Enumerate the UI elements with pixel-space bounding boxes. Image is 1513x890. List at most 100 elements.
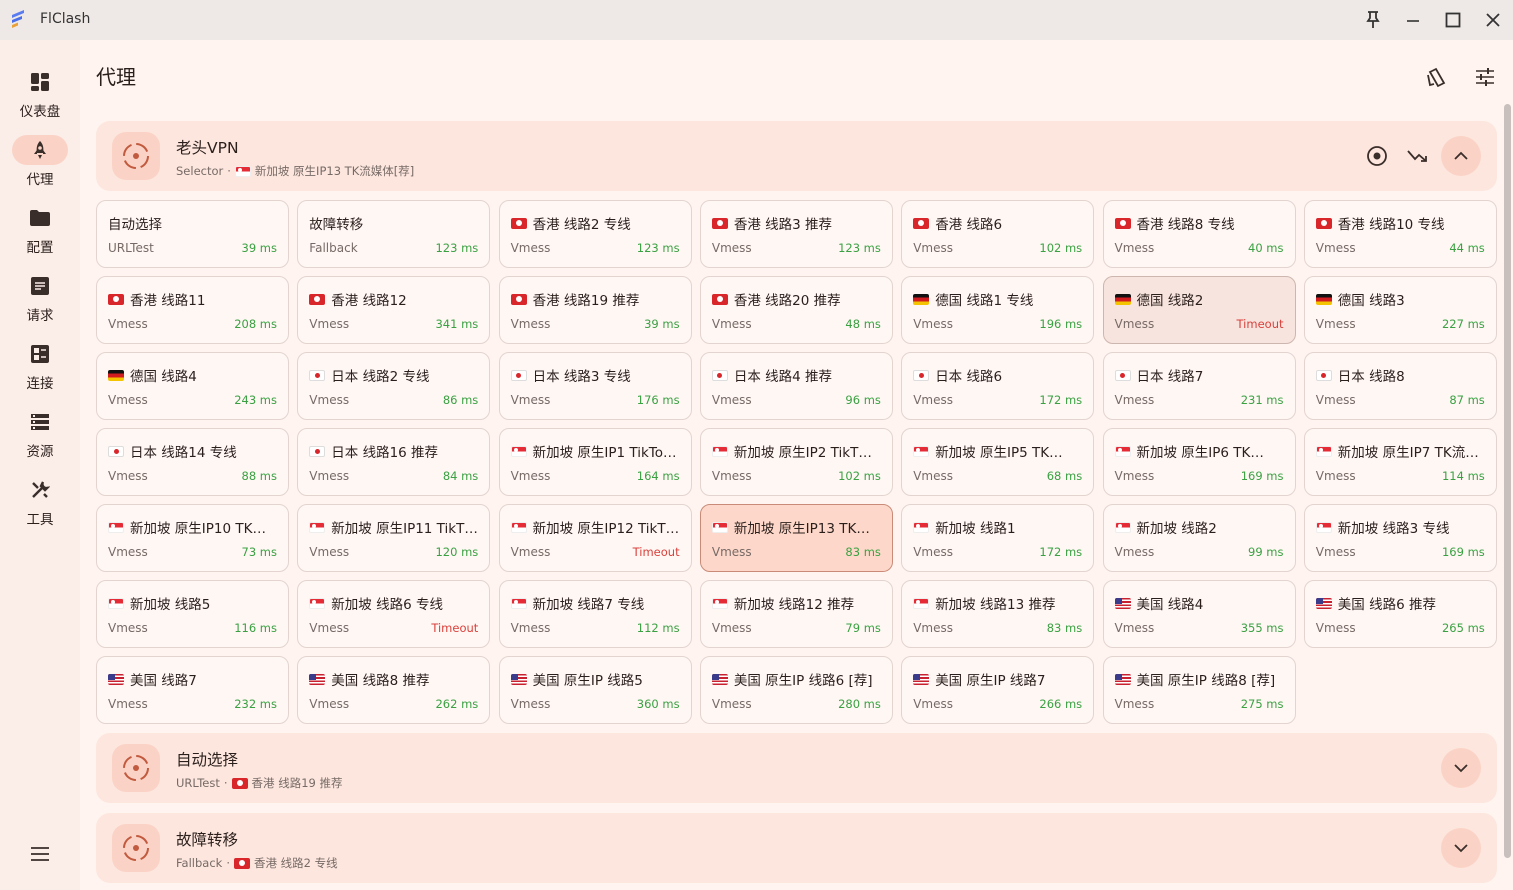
proxy-card[interactable]: 新加坡 原生IP5 TK… Vmess 68 ms: [901, 428, 1095, 496]
proxy-card[interactable]: 新加坡 原生IP7 TK流… Vmess 114 ms: [1303, 428, 1497, 496]
proxy-card[interactable]: 日本 线路8 Vmess 87 ms: [1303, 352, 1497, 420]
proxy-delay[interactable]: 341 ms: [435, 317, 478, 331]
nav-item-requests[interactable]: 请求: [0, 271, 80, 331]
proxy-delay[interactable]: 39 ms: [242, 241, 277, 255]
proxy-card[interactable]: 日本 线路7 Vmess 231 ms: [1102, 352, 1296, 420]
proxy-card[interactable]: 日本 线路6 Vmess 172 ms: [901, 352, 1095, 420]
proxy-delay[interactable]: 231 ms: [1241, 393, 1284, 407]
proxy-delay[interactable]: 123 ms: [838, 241, 881, 255]
nav-item-profiles[interactable]: 配置: [0, 203, 80, 263]
proxy-delay[interactable]: 87 ms: [1449, 393, 1484, 407]
proxy-delay[interactable]: 172 ms: [1039, 393, 1082, 407]
proxy-card[interactable]: 香港 线路11 Vmess 208 ms: [96, 276, 289, 344]
proxy-card[interactable]: 新加坡 线路12 推荐 Vmess 79 ms: [699, 580, 893, 648]
proxy-delay[interactable]: 266 ms: [1039, 697, 1082, 711]
proxy-delay[interactable]: 40 ms: [1248, 241, 1283, 255]
filter-settings-button[interactable]: [1470, 62, 1500, 92]
expand-button[interactable]: [1441, 828, 1481, 868]
proxy-delay[interactable]: 243 ms: [234, 393, 277, 407]
nav-item-resources[interactable]: 资源: [0, 407, 80, 467]
delay-test-button[interactable]: [1397, 136, 1437, 176]
proxy-delay[interactable]: 68 ms: [1047, 469, 1082, 483]
proxy-card[interactable]: 美国 原生IP 线路5 Vmess 360 ms: [498, 656, 692, 724]
proxy-card[interactable]: 新加坡 原生IP6 TK… Vmess 169 ms: [1102, 428, 1296, 496]
proxy-delay[interactable]: Timeout: [1237, 317, 1284, 331]
proxy-card[interactable]: 美国 原生IP 线路6 [荐] Vmess 280 ms: [699, 656, 893, 724]
proxy-delay[interactable]: Timeout: [633, 545, 680, 559]
proxy-card[interactable]: 新加坡 原生IP10 TK… Vmess 73 ms: [96, 504, 289, 572]
minimize-button[interactable]: [1398, 6, 1428, 34]
proxy-card[interactable]: 日本 线路3 专线 Vmess 176 ms: [498, 352, 692, 420]
close-button[interactable]: [1478, 6, 1508, 34]
proxy-card[interactable]: 美国 线路6 推荐 Vmess 265 ms: [1303, 580, 1497, 648]
proxy-card[interactable]: 新加坡 线路5 Vmess 116 ms: [96, 580, 289, 648]
proxy-delay[interactable]: 164 ms: [637, 469, 680, 483]
proxy-delay[interactable]: 73 ms: [242, 545, 277, 559]
proxy-delay[interactable]: 172 ms: [1039, 545, 1082, 559]
scrollbar-thumb[interactable]: [1504, 104, 1511, 858]
maximize-button[interactable]: [1438, 6, 1468, 34]
proxy-delay[interactable]: 114 ms: [1442, 469, 1485, 483]
proxy-delay[interactable]: 262 ms: [435, 697, 478, 711]
proxy-card[interactable]: 新加坡 原生IP11 TikT… Vmess 120 ms: [297, 504, 491, 572]
proxy-card[interactable]: 故障转移 Fallback 123 ms: [297, 200, 491, 268]
proxy-card[interactable]: 新加坡 线路3 专线 Vmess 169 ms: [1303, 504, 1497, 572]
proxy-card[interactable]: 美国 原生IP 线路8 [荐] Vmess 275 ms: [1102, 656, 1296, 724]
proxy-card[interactable]: 新加坡 线路13 推荐 Vmess 83 ms: [901, 580, 1095, 648]
proxy-delay[interactable]: 79 ms: [845, 621, 880, 635]
proxy-card[interactable]: 日本 线路16 推荐 Vmess 84 ms: [297, 428, 491, 496]
proxy-delay[interactable]: 123 ms: [435, 241, 478, 255]
proxy-card[interactable]: 新加坡 原生IP12 TikT… Vmess Timeout: [498, 504, 692, 572]
proxy-card[interactable]: 香港 线路12 Vmess 341 ms: [297, 276, 491, 344]
proxy-delay[interactable]: 123 ms: [637, 241, 680, 255]
proxy-card[interactable]: 日本 线路14 专线 Vmess 88 ms: [96, 428, 289, 496]
proxy-card[interactable]: 新加坡 原生IP13 TK… Vmess 83 ms: [699, 504, 893, 572]
proxy-card[interactable]: 香港 线路8 专线 Vmess 40 ms: [1102, 200, 1296, 268]
proxy-delay[interactable]: 280 ms: [838, 697, 881, 711]
proxy-delay[interactable]: 169 ms: [1241, 469, 1284, 483]
proxy-delay[interactable]: Timeout: [431, 621, 478, 635]
pin-button[interactable]: [1358, 6, 1388, 34]
proxy-card[interactable]: 日本 线路2 专线 Vmess 86 ms: [297, 352, 491, 420]
proxy-card[interactable]: 新加坡 线路2 Vmess 99 ms: [1102, 504, 1296, 572]
proxy-card[interactable]: 美国 原生IP 线路7 Vmess 266 ms: [901, 656, 1095, 724]
proxy-card[interactable]: 香港 线路3 推荐 Vmess 123 ms: [699, 200, 893, 268]
proxy-delay[interactable]: 355 ms: [1241, 621, 1284, 635]
proxy-group-fallback[interactable]: 故障转移 Fallback · 香港 线路2 专线: [96, 813, 1497, 883]
proxy-delay[interactable]: 232 ms: [234, 697, 277, 711]
proxy-card[interactable]: 新加坡 线路6 专线 Vmess Timeout: [297, 580, 491, 648]
locate-button[interactable]: [1357, 136, 1397, 176]
proxy-delay[interactable]: 176 ms: [637, 393, 680, 407]
proxy-card[interactable]: 新加坡 线路1 Vmess 172 ms: [901, 504, 1095, 572]
proxy-delay[interactable]: 88 ms: [242, 469, 277, 483]
proxy-card[interactable]: 德国 线路3 Vmess 227 ms: [1303, 276, 1497, 344]
proxy-delay[interactable]: 116 ms: [234, 621, 277, 635]
proxy-card[interactable]: 香港 线路2 专线 Vmess 123 ms: [498, 200, 692, 268]
expand-button[interactable]: [1441, 748, 1481, 788]
nav-item-tools[interactable]: 工具: [0, 475, 80, 535]
collapse-button[interactable]: [1441, 136, 1481, 176]
proxy-delay[interactable]: 44 ms: [1449, 241, 1484, 255]
proxy-card[interactable]: 新加坡 原生IP2 TikT… Vmess 102 ms: [699, 428, 893, 496]
proxy-delay[interactable]: 208 ms: [234, 317, 277, 331]
nav-item-proxy[interactable]: 代理: [0, 135, 80, 195]
menu-button[interactable]: [26, 844, 54, 864]
proxy-delay[interactable]: 39 ms: [644, 317, 679, 331]
proxy-card[interactable]: 日本 线路4 推荐 Vmess 96 ms: [699, 352, 893, 420]
proxy-group-auto[interactable]: 自动选择 URLTest · 香港 线路19 推荐: [96, 733, 1497, 803]
proxy-card[interactable]: 德国 线路1 专线 Vmess 196 ms: [901, 276, 1095, 344]
proxy-delay[interactable]: 360 ms: [637, 697, 680, 711]
proxy-delay[interactable]: 227 ms: [1442, 317, 1485, 331]
proxy-card[interactable]: 美国 线路7 Vmess 232 ms: [96, 656, 289, 724]
proxy-delay[interactable]: 275 ms: [1241, 697, 1284, 711]
proxy-delay[interactable]: 265 ms: [1442, 621, 1485, 635]
proxy-card[interactable]: 香港 线路20 推荐 Vmess 48 ms: [699, 276, 893, 344]
proxy-card[interactable]: 香港 线路19 推荐 Vmess 39 ms: [498, 276, 692, 344]
proxy-delay[interactable]: 86 ms: [443, 393, 478, 407]
proxy-delay[interactable]: 102 ms: [1039, 241, 1082, 255]
proxy-delay[interactable]: 99 ms: [1248, 545, 1283, 559]
proxy-card[interactable]: 美国 线路8 推荐 Vmess 262 ms: [297, 656, 491, 724]
proxy-delay[interactable]: 48 ms: [845, 317, 880, 331]
nav-item-connections[interactable]: 连接: [0, 339, 80, 399]
proxy-delay[interactable]: 96 ms: [845, 393, 880, 407]
